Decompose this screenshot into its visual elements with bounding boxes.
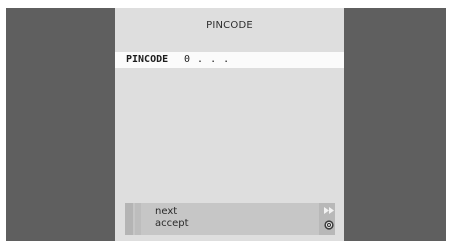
dialog-title: PINCODE [206,20,253,31]
pincode-dialog: PINCODE PINCODE 0 . . . next accept [115,8,344,241]
pincode-label: PINCODE [126,54,169,65]
fast-forward-icon[interactable] [324,207,334,214]
ok-button-icon[interactable] [324,220,334,230]
accept-hint-label: accept [155,218,189,229]
pincode-input-row[interactable]: PINCODE 0 . . . [115,52,344,68]
footer-stripe-decoration [135,203,141,235]
pincode-input-value[interactable]: 0 . . . [184,52,230,68]
next-hint-label: next [155,206,178,217]
key-hint-bar: next accept [125,203,335,235]
footer-stripe-decoration [125,203,133,235]
